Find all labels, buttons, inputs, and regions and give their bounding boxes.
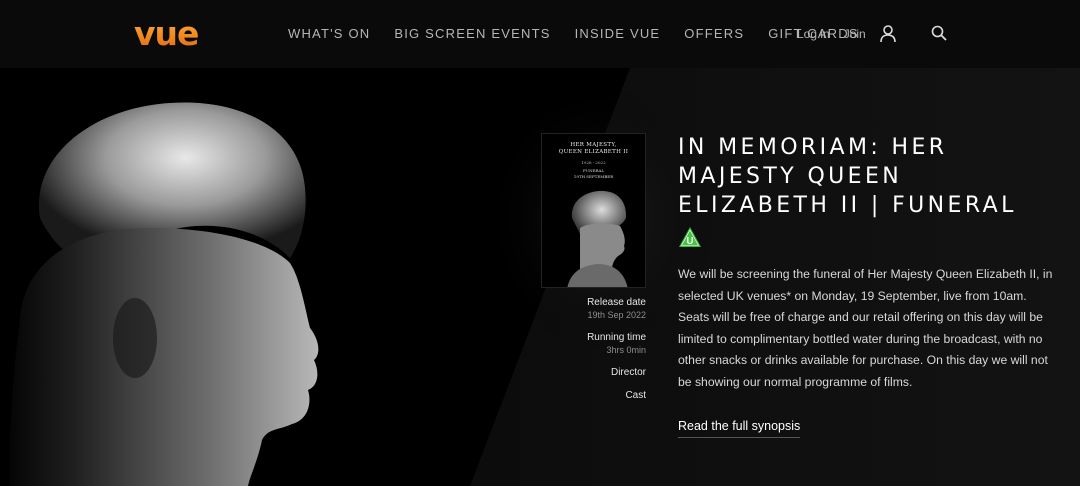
release-date-label: Release date <box>587 297 646 308</box>
poster-portrait-image <box>567 190 628 287</box>
nav-item-inside-vue[interactable]: INSIDE VUE <box>575 26 661 41</box>
film-poster[interactable]: HER MAJESTY, QUEEN ELIZABETH II 1926 - 2… <box>541 133 646 288</box>
u-rating-badge: U <box>679 227 701 247</box>
rating-text: U <box>686 236 693 247</box>
vue-logo[interactable]: vue <box>134 14 199 54</box>
search-icon[interactable] <box>931 25 947 41</box>
poster-years: 1926 - 2022 <box>581 160 606 165</box>
user-icon[interactable] <box>880 25 896 43</box>
film-title: IN MEMORIAM: HER MAJESTY QUEEN ELIZABETH… <box>678 135 1017 218</box>
queen-portrait-image <box>9 102 319 486</box>
nav-item-offers[interactable]: OFFERS <box>684 26 744 41</box>
poster-title-line2: QUEEN ELIZABETH II <box>558 149 629 155</box>
account-links: Log in Join <box>797 27 880 41</box>
running-time-label: Running time <box>587 332 646 343</box>
poster-title-line1: HER MAJESTY, <box>570 142 617 148</box>
nav-item-big-screen-events[interactable]: BIG SCREEN EVENTS <box>394 26 550 41</box>
join-link[interactable]: Join <box>844 27 866 41</box>
release-date-value: 19th Sep 2022 <box>587 310 646 320</box>
cast-label: Cast <box>625 390 646 401</box>
director-label: Director <box>610 367 646 378</box>
poster-title: HER MAJESTY, QUEEN ELIZABETH II <box>542 142 645 156</box>
running-time-value: 3hrs 0min <box>606 345 646 355</box>
login-link[interactable]: Log in <box>797 27 830 41</box>
site-header: vue WHAT'S ON BIG SCREEN EVENTS INSIDE V… <box>0 0 1080 68</box>
read-full-synopsis-link[interactable]: Read the full synopsis <box>678 419 801 438</box>
film-hero: HER MAJESTY, QUEEN ELIZABETH II 1926 - 2… <box>0 68 1080 486</box>
main-nav: WHAT'S ON BIG SCREEN EVENTS INSIDE VUE O… <box>288 26 883 41</box>
film-synopsis: We will be screening the funeral of Her … <box>678 267 1053 389</box>
nav-item-whats-on[interactable]: WHAT'S ON <box>288 26 370 41</box>
film-meta: Release date 19th Sep 2022 Running time … <box>546 296 646 402</box>
